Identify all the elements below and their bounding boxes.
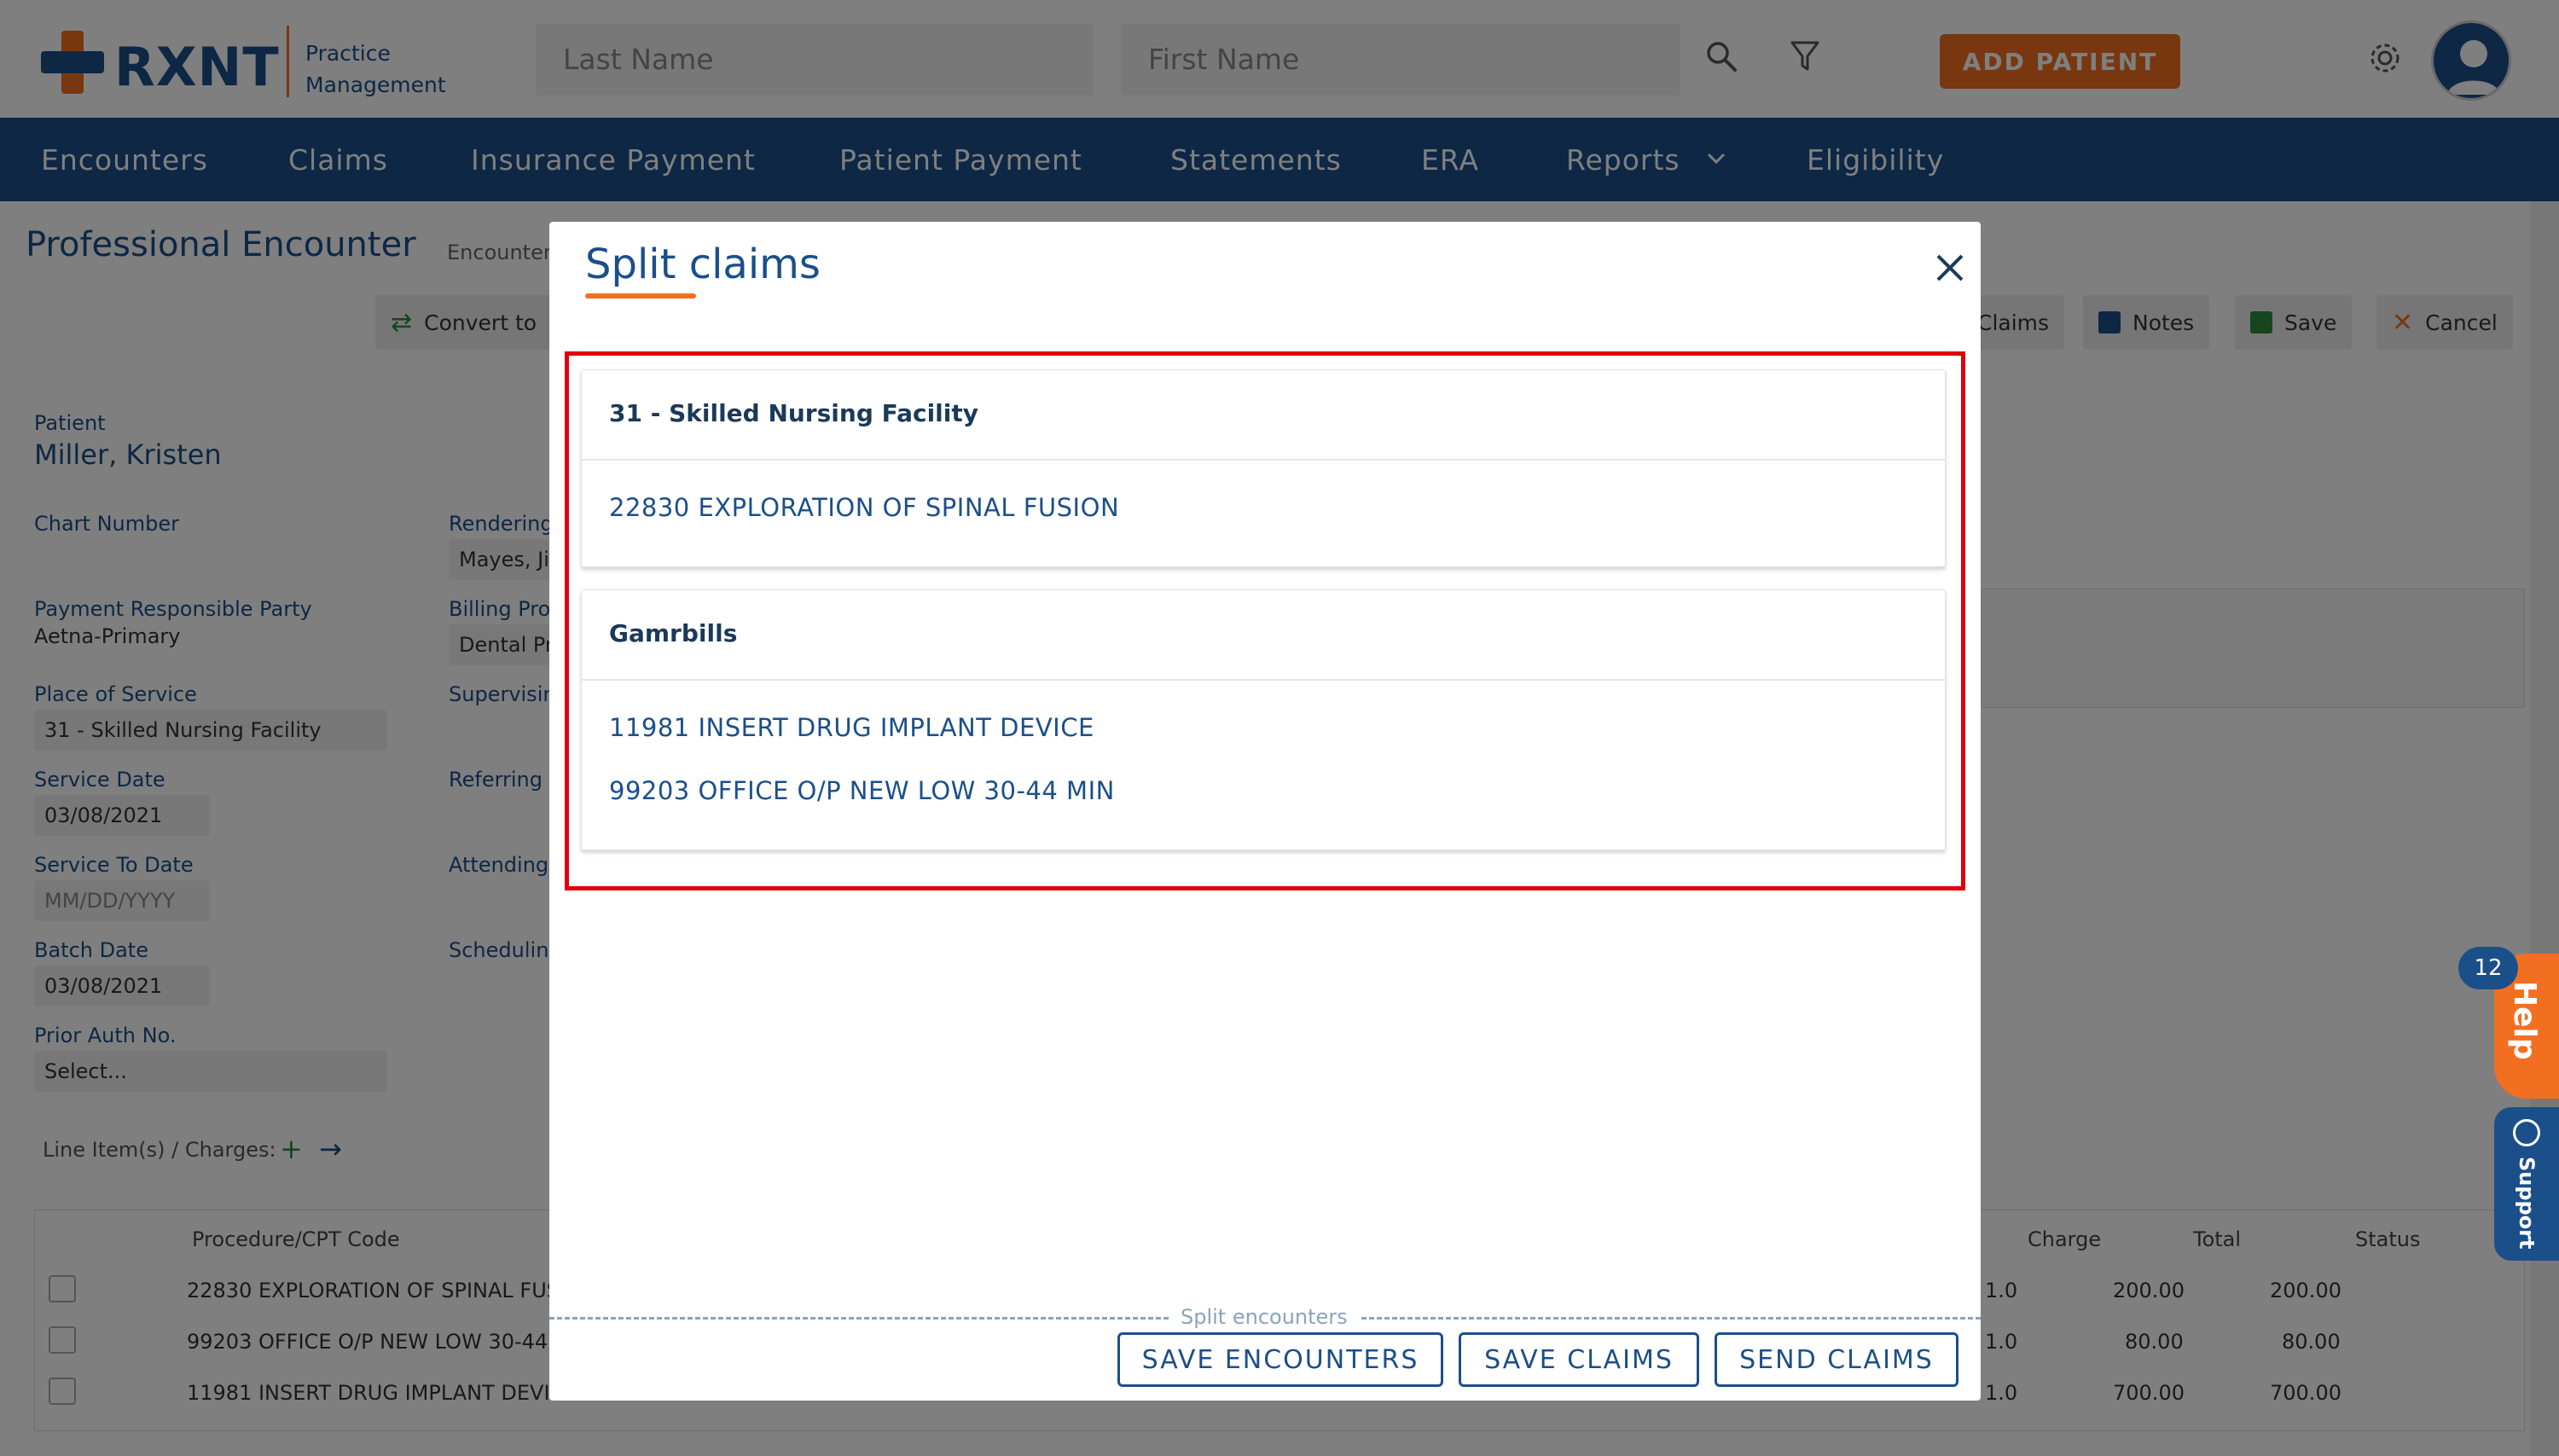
split-groups-highlight: 31 - Skilled Nursing Facility 22830 EXPL… [565,351,1965,890]
split-claims-modal: Split claims 31 - Skilled Nursing Facili… [549,222,1981,1401]
claim-line-item: 11981 INSERT DRUG IMPLANT DEVICE [609,713,1094,742]
claim-group-card: 31 - Skilled Nursing Facility 22830 EXPL… [581,369,1946,567]
send-claims-button[interactable]: SEND CLAIMS [1715,1332,1958,1387]
support-icon [2513,1119,2540,1146]
divider-label: Split encounters [1181,1305,1348,1329]
close-icon[interactable] [1933,251,1974,292]
claim-group-header: Gamrbills [582,590,1945,681]
help-count-badge: 12 [2458,947,2518,989]
split-encounters-divider: Split encounters [549,1305,1981,1331]
modal-title: Split claims [585,241,821,288]
save-encounters-button[interactable]: SAVE ENCOUNTERS [1117,1332,1443,1387]
claim-group-header: 31 - Skilled Nursing Facility [582,370,1945,461]
title-underline [585,293,696,299]
claim-group-card: Gamrbills 11981 INSERT DRUG IMPLANT DEVI… [581,589,1946,850]
claim-line-item: 22830 EXPLORATION OF SPINAL FUSION [609,493,1120,522]
save-claims-button[interactable]: SAVE CLAIMS [1459,1332,1699,1387]
claim-line-item: 99203 OFFICE O/P NEW LOW 30-44 MIN [609,776,1115,805]
support-tab[interactable]: Support [2494,1107,2559,1261]
